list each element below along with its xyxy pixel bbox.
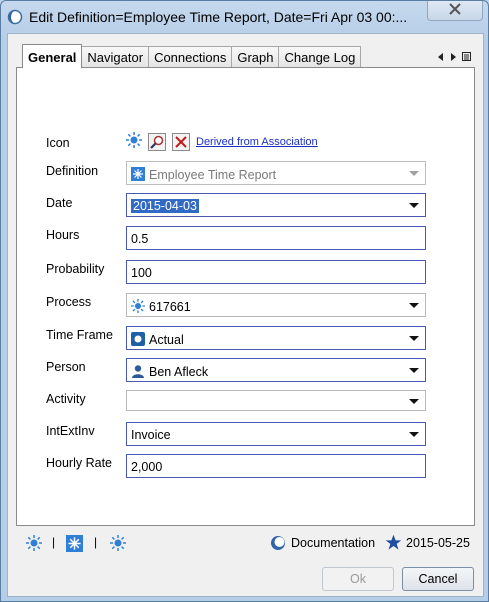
ok-button[interactable]: Ok xyxy=(322,567,394,591)
record-icon xyxy=(131,332,145,349)
definition-label: Definition xyxy=(46,164,99,178)
search-icon[interactable] xyxy=(148,132,166,151)
close-icon xyxy=(448,3,462,18)
intextinv-label: IntExtInv xyxy=(46,424,95,438)
person-label: Person xyxy=(46,360,86,374)
time-frame-value: Actual xyxy=(149,332,184,347)
activity-row: Activity xyxy=(17,390,474,414)
app-icon xyxy=(7,9,23,25)
footer-date: 2015-05-25 xyxy=(406,536,470,550)
chevron-down-icon xyxy=(409,171,419,176)
separator: | xyxy=(52,535,56,549)
process-select[interactable]: 617661 xyxy=(126,293,426,317)
icon-row: Icon Derived from Association xyxy=(17,132,474,156)
hourly-rate-row: Hourly Rate 2,000 xyxy=(17,454,474,478)
date-value: 2015-04-03 xyxy=(131,199,199,213)
separator: | xyxy=(94,535,98,549)
cancel-button[interactable]: Cancel xyxy=(402,567,474,591)
person-row: Person Ben Afleck xyxy=(17,358,474,382)
intextinv-value: Invoice xyxy=(131,428,171,442)
title-bar[interactable]: Edit Definition=Employee Time Report, Da… xyxy=(1,1,488,33)
hours-label: Hours xyxy=(46,228,80,242)
hours-field[interactable]: 0.5 xyxy=(126,226,426,250)
tab-list-icon[interactable] xyxy=(462,50,471,64)
tab-strip: General Navigator Connections Graph Chan… xyxy=(22,44,362,68)
intextinv-select[interactable]: Invoice xyxy=(126,422,426,446)
status-bar: | | Documentation 2015-05-25 xyxy=(16,532,475,556)
documentation-icon xyxy=(270,535,286,554)
general-panel: Icon Derived from Association Definition… xyxy=(16,67,475,526)
chevron-down-icon[interactable] xyxy=(409,432,419,437)
person-value: Ben Afleck xyxy=(149,364,209,379)
process-label: Process xyxy=(46,295,92,309)
probability-label: Probability xyxy=(46,262,105,276)
tab-graph[interactable]: Graph xyxy=(231,46,280,68)
chevron-down-icon[interactable] xyxy=(409,368,419,373)
time-frame-select[interactable]: Actual xyxy=(126,326,426,350)
chevron-down-icon[interactable] xyxy=(409,303,419,308)
tab-scroll-controls xyxy=(438,50,471,64)
chevron-down-icon[interactable] xyxy=(409,336,419,341)
tab-change-log[interactable]: Change Log xyxy=(278,46,362,68)
icon-label: Icon xyxy=(46,136,70,150)
scroll-right-icon[interactable] xyxy=(450,50,456,64)
window-title: Edit Definition=Employee Time Report, Da… xyxy=(29,9,408,25)
user-icon xyxy=(131,364,145,381)
icon-controls: Derived from Association xyxy=(126,132,318,151)
chevron-down-icon[interactable] xyxy=(409,399,419,404)
tab-general[interactable]: General xyxy=(22,44,83,68)
sun-icon xyxy=(131,299,145,316)
process-row: Process 617661 xyxy=(17,293,474,317)
snowflake-icon[interactable] xyxy=(66,535,83,555)
activity-select[interactable] xyxy=(126,390,426,411)
person-select[interactable]: Ben Afleck xyxy=(126,358,426,382)
derived-from-association-link[interactable]: Derived from Association xyxy=(196,136,318,148)
definition-row: Definition Employee Time Report xyxy=(17,161,474,185)
sun-icon[interactable] xyxy=(110,535,126,554)
chevron-down-icon[interactable] xyxy=(409,203,419,208)
tab-connections[interactable]: Connections xyxy=(148,46,233,68)
time-frame-label: Time Frame xyxy=(46,328,113,342)
hourly-rate-field[interactable]: 2,000 xyxy=(126,454,426,478)
hourly-rate-label: Hourly Rate xyxy=(46,456,112,470)
date-row: Date 2015-04-03 xyxy=(17,193,474,217)
activity-label: Activity xyxy=(46,392,86,406)
date-label: Date xyxy=(46,196,73,210)
tab-navigator[interactable]: Navigator xyxy=(81,46,150,68)
scroll-left-icon[interactable] xyxy=(438,50,444,64)
date-field[interactable]: 2015-04-03 xyxy=(126,193,426,217)
hours-row: Hours 0.5 xyxy=(17,226,474,250)
clear-icon[interactable] xyxy=(172,132,190,151)
sun-icon xyxy=(126,132,142,151)
process-value: 617661 xyxy=(149,299,191,314)
definition-select: Employee Time Report xyxy=(126,161,426,185)
probability-field[interactable]: 100 xyxy=(126,260,426,284)
time-frame-row: Time Frame Actual xyxy=(17,326,474,350)
snowflake-icon xyxy=(131,167,145,184)
probability-row: Probability 100 xyxy=(17,260,474,284)
dialog-body: General Navigator Connections Graph Chan… xyxy=(7,33,484,597)
star-icon xyxy=(385,534,402,554)
documentation-link[interactable]: Documentation xyxy=(291,536,375,550)
dialog-window: Edit Definition=Employee Time Report, Da… xyxy=(0,0,489,602)
sun-icon[interactable] xyxy=(26,535,42,554)
definition-value: Employee Time Report xyxy=(149,167,277,182)
close-button[interactable] xyxy=(427,1,483,21)
intextinv-row: IntExtInv Invoice xyxy=(17,422,474,446)
